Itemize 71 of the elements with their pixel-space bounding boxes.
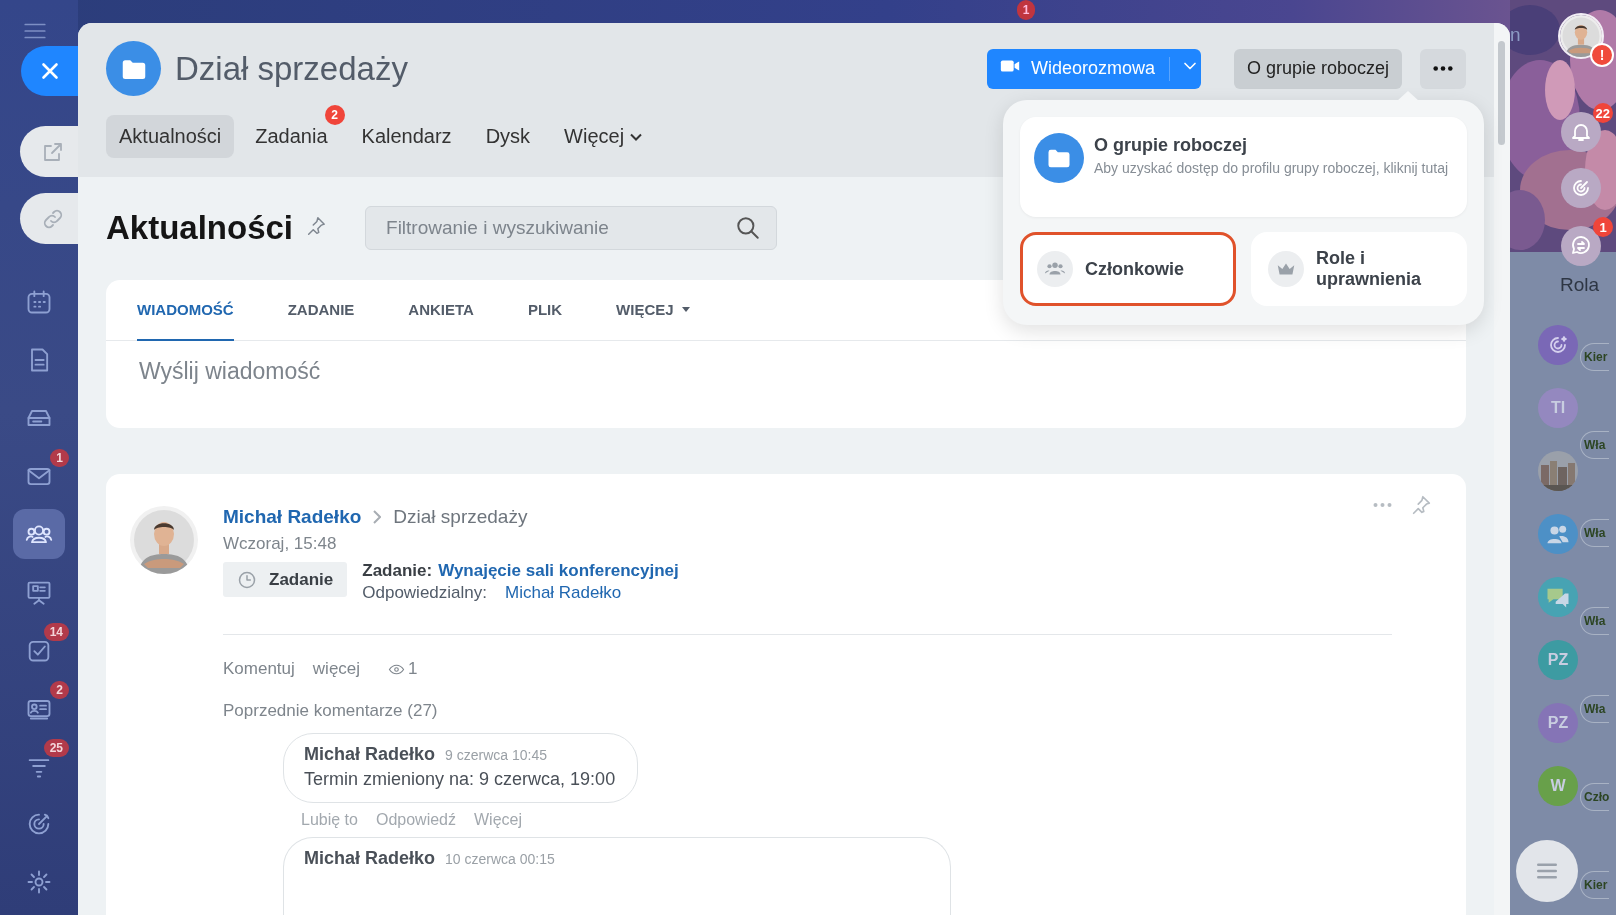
nav-tab[interactable]: Kalendarz — [348, 115, 465, 158]
popup-tile[interactable]: Role i uprawnienia — [1251, 232, 1467, 306]
task-label: Zadanie: — [362, 560, 433, 582]
group-title: Dział sprzedaży — [175, 49, 408, 88]
composer-tab[interactable]: ZADANIE — [287, 280, 355, 341]
post-time: Wczoraj, 15:48 — [223, 534, 338, 554]
role-tag: Wła — [1580, 695, 1610, 723]
nav-tab[interactable]: Aktualności — [106, 115, 235, 158]
comment-text: Termin zmieniony na: 9 czerwca, 19:00 — [304, 769, 616, 790]
count-badge: 2 — [324, 105, 345, 125]
more-icon — [1373, 503, 1392, 507]
role-tag: Wła — [1580, 431, 1610, 459]
count-badge: 25 — [43, 739, 69, 757]
initials-avatar: W — [1538, 766, 1578, 806]
role-tag: Wła — [1580, 607, 1610, 635]
count-badge: 2 — [50, 681, 69, 699]
card-title: O grupie roboczej — [1094, 135, 1249, 156]
more-button[interactable] — [1420, 48, 1466, 89]
comment-author: Michał Radełko — [304, 744, 436, 765]
role-tag: Kier — [1580, 871, 1610, 899]
composer-tab[interactable]: WIADOMOŚĆ — [137, 280, 234, 341]
more-icon — [1433, 66, 1453, 71]
responsible-link[interactable]: Michał Radełko — [505, 582, 622, 604]
task-link[interactable]: Wynajęcie sali konferencyjnej — [438, 560, 679, 582]
page-heading: Aktualności — [106, 209, 294, 247]
initials-avatar: TI — [1538, 388, 1578, 428]
chevron-icon — [373, 510, 382, 524]
responsible-label: Odpowiedzialny: — [362, 582, 487, 604]
initials-avatar: PZ — [1538, 640, 1578, 680]
search-field[interactable]: Filtrowanie i wyszukiwanie — [365, 206, 778, 250]
comment-time: 9 czerwca 10:45 — [445, 747, 547, 763]
composer-tab[interactable]: ANKIETA — [408, 280, 474, 341]
calendar-icon — [25, 288, 53, 316]
video-call-button[interactable]: Wideorozmowa — [986, 48, 1201, 89]
clock-icon — [237, 569, 257, 590]
pin-icon — [305, 215, 328, 237]
group-profile-card[interactable]: O grupie roboczej Aby uzyskać dostęp do profilu grupy roboczej, kliknij tutaj — [1020, 117, 1467, 217]
about-group-button[interactable]: O grupie roboczej — [1233, 48, 1402, 89]
nav-tab[interactable]: Dysk — [472, 115, 544, 158]
open-external-button[interactable] — [20, 126, 78, 177]
comment-author: Michał Radełko — [304, 848, 436, 869]
role-tag: Czło — [1580, 783, 1610, 811]
previous-comments-link[interactable]: Poprzednie komentarze (27) — [223, 701, 1432, 721]
column-header: Rola — [1560, 274, 1600, 296]
notification-badge: 1 — [1017, 0, 1035, 20]
count-badge: 14 — [43, 623, 69, 641]
pin-icon — [1410, 494, 1432, 516]
nav-tab[interactable]: Więcej — [551, 115, 656, 158]
scrollbar-thumb[interactable] — [1498, 41, 1505, 145]
group-name: Dział sprzedaży — [393, 506, 528, 528]
popup-tile[interactable]: Członkowie — [1020, 232, 1236, 306]
composer-tab[interactable]: PLIK — [527, 280, 563, 341]
author-link[interactable]: Michał Radełko — [223, 506, 362, 528]
count-badge: 1 — [50, 449, 69, 467]
composer-tab[interactable]: WIĘCEJ — [616, 280, 690, 341]
role-tag: Kier — [1580, 343, 1610, 371]
role-tag: Wła — [1580, 519, 1610, 547]
post-action-link[interactable]: Komentuj — [223, 659, 295, 679]
post-action-link[interactable]: więcej — [312, 659, 361, 679]
view-count: 1 — [408, 659, 418, 679]
gear-icon — [25, 868, 53, 896]
folder-icon — [106, 41, 161, 96]
task-chip: Zadanie — [223, 562, 348, 597]
close-button[interactable] — [21, 46, 78, 96]
folder-icon — [1034, 133, 1084, 183]
copy-link-button[interactable] — [20, 193, 78, 244]
comment-time: 10 czerwca 00:15 — [445, 851, 555, 867]
rail-item[interactable] — [13, 509, 65, 559]
search-icon — [735, 215, 762, 241]
initials-avatar: PZ — [1538, 703, 1578, 743]
card-description: Aby uzyskać dostęp do profilu grupy roboczej, kliknij tutaj — [1094, 160, 1449, 177]
